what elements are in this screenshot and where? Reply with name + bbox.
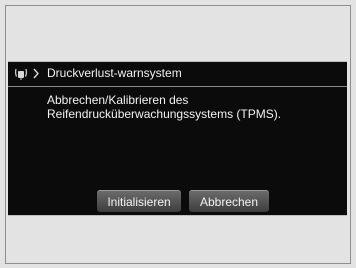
tpms-tire-icon xyxy=(15,68,27,80)
message-line-2: Reifendrucküberwachungssystems (TPMS). xyxy=(47,107,282,121)
screen-header: Druckverlust-warnsystem xyxy=(8,62,347,87)
chevron-right-icon xyxy=(33,68,39,79)
message-line-1: Abbrechen/Kalibrieren des xyxy=(47,93,189,107)
screen-title: Druckverlust-warnsystem xyxy=(47,66,182,80)
cancel-button[interactable]: Abbrechen xyxy=(189,190,269,212)
message-text: Abbrechen/Kalibrieren des Reifendruckübe… xyxy=(47,93,281,121)
display-screen: Druckverlust-warnsystem Abbrechen/Kalibr… xyxy=(8,61,347,216)
initialize-button[interactable]: Initialisieren xyxy=(97,190,181,212)
